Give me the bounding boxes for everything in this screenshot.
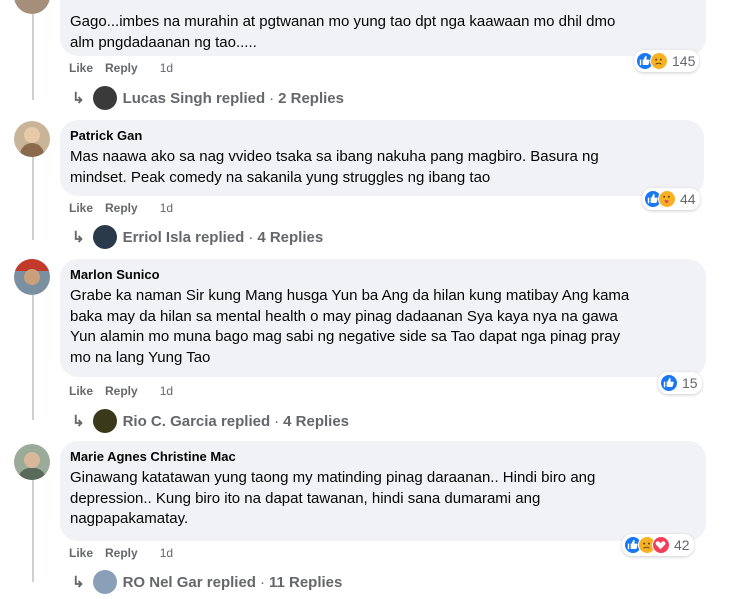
reply-author: RO Nel Gar: [122, 573, 203, 591]
comment-bubble: Patrick Gan Mas naawa ako sa nag vvideo …: [60, 120, 704, 196]
reaction-count: 44: [680, 191, 696, 207]
like-button[interactable]: Like: [69, 384, 93, 398]
reply-button[interactable]: Reply: [105, 384, 138, 398]
reaction-count: 145: [672, 53, 696, 69]
comment-bubble: Marie Agnes Christine Mac Ginawang katat…: [60, 441, 706, 541]
comment-author[interactable]: [70, 0, 694, 8]
view-replies-link[interactable]: ↳ Lucas Singh replied · 2 Replies: [72, 86, 344, 110]
thread-line: [32, 295, 34, 420]
avatar[interactable]: [14, 259, 50, 295]
like-button[interactable]: Like: [69, 61, 93, 75]
sad-icon: [650, 52, 668, 70]
reply-author: Erriol Isla: [122, 228, 191, 246]
thread-line: [32, 155, 34, 240]
reply-count: 4 Replies: [283, 412, 350, 430]
reply-arrow-icon: ↳: [72, 229, 85, 246]
reply-arrow-icon: ↳: [72, 90, 85, 107]
reply-author: Lucas Singh: [122, 89, 212, 107]
comment-bubble: Marlon Sunico Grabe ka naman Sir kung Ma…: [60, 259, 706, 377]
comment-timestamp[interactable]: 1d: [160, 201, 173, 215]
separator: ·: [269, 89, 275, 107]
comment-bubble: Gago...imbes na murahin at pgtwanan mo y…: [60, 0, 706, 56]
comment-author[interactable]: Marlon Sunico: [70, 267, 694, 283]
avatar[interactable]: [14, 121, 50, 157]
reaction-count: 15: [682, 375, 698, 391]
comment-text: Mas naawa ako sa nag vvideo tsaka sa iba…: [70, 148, 599, 186]
thread-line: [32, 478, 34, 582]
comment-actions: Like Reply 1d: [69, 384, 173, 398]
thread-line: [32, 0, 34, 100]
reaction-summary[interactable]: 15: [658, 372, 702, 394]
view-replies-link[interactable]: ↳ Erriol Isla replied · 4 Replies: [72, 225, 323, 249]
reaction-summary[interactable]: 44: [642, 188, 700, 210]
reply-count: 4 Replies: [257, 228, 324, 246]
reply-author: Rio C. Garcia: [122, 412, 217, 430]
replied-label: replied: [220, 412, 271, 430]
reply-button[interactable]: Reply: [105, 61, 138, 75]
reply-arrow-icon: ↳: [72, 413, 85, 430]
like-button[interactable]: Like: [69, 546, 93, 560]
avatar: [92, 570, 117, 594]
reply-arrow-icon: ↳: [72, 574, 85, 591]
comment-author[interactable]: Patrick Gan: [70, 128, 692, 144]
comment-actions: Like Reply 1d: [69, 201, 173, 215]
reaction-summary[interactable]: 145: [634, 50, 700, 72]
reply-button[interactable]: Reply: [105, 546, 138, 560]
comment-actions: Like Reply 1d: [69, 61, 173, 75]
view-replies-link[interactable]: ↳ Rio C. Garcia replied · 4 Replies: [72, 409, 349, 433]
separator: ·: [259, 573, 265, 591]
avatar[interactable]: [14, 444, 50, 480]
separator: ·: [248, 228, 254, 246]
comment-timestamp[interactable]: 1d: [160, 61, 173, 75]
comment-timestamp[interactable]: 1d: [160, 546, 173, 560]
care-icon: [658, 190, 676, 208]
love-icon: [652, 536, 670, 554]
view-replies-link[interactable]: ↳ RO Nel Gar replied · 11 Replies: [72, 570, 342, 594]
comment-text: Ginawang katatawan yung taong my matindi…: [70, 469, 596, 527]
avatar: [92, 225, 117, 249]
like-button[interactable]: Like: [69, 201, 93, 215]
reply-button[interactable]: Reply: [105, 201, 138, 215]
reaction-summary[interactable]: 42: [622, 534, 694, 556]
replied-label: replied: [206, 573, 256, 591]
comment-author[interactable]: Marie Agnes Christine Mac: [70, 449, 694, 465]
reaction-count: 42: [674, 537, 690, 553]
comment-text: Gago...imbes na murahin at pgtwanan mo y…: [70, 13, 616, 51]
replied-label: replied: [195, 228, 245, 246]
comment-timestamp[interactable]: 1d: [160, 384, 173, 398]
replied-label: replied: [215, 89, 266, 107]
avatar: [92, 86, 117, 110]
like-icon: [660, 374, 678, 392]
separator: ·: [274, 412, 280, 430]
reply-count: 11 Replies: [268, 573, 343, 591]
reply-count: 2 Replies: [278, 89, 344, 107]
avatar: [92, 409, 117, 433]
comment-actions: Like Reply 1d: [69, 546, 173, 560]
avatar[interactable]: [14, 0, 50, 14]
comment-text: Grabe ka naman Sir kung Mang husga Yun b…: [70, 287, 630, 366]
